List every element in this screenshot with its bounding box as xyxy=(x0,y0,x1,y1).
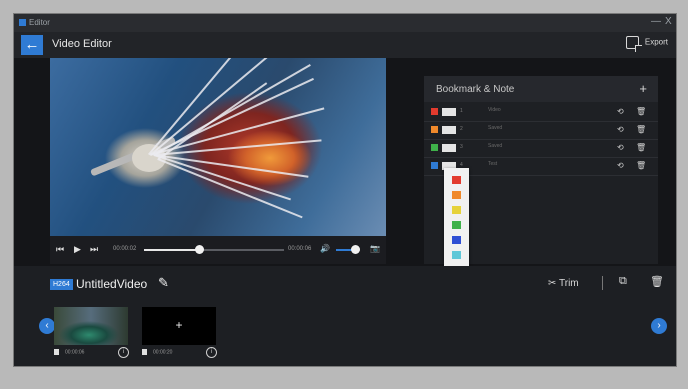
clip-caption: 00:00:06 xyxy=(54,349,84,355)
bookmark-number: 1 xyxy=(460,108,463,114)
color-picker-popup xyxy=(444,168,469,282)
bookmark-panel-header: Bookmark & Note + xyxy=(424,76,658,102)
bookmark-row[interactable]: 3 Saved ⟲ 🗑 xyxy=(424,140,658,158)
duplicate-icon[interactable]: ⧉ xyxy=(619,275,627,288)
color-option[interactable] xyxy=(452,206,461,214)
trim-icon: ✂ xyxy=(548,278,557,289)
video-player: ⏮ ▶ ⏭ 00:00:02 00:00:06 🔊 📷 xyxy=(50,58,386,264)
add-clip-slot[interactable]: + xyxy=(142,307,216,345)
volume-handle[interactable] xyxy=(351,245,361,254)
export-label: Export xyxy=(644,37,668,47)
color-dropdown[interactable] xyxy=(442,108,456,116)
seek-bar[interactable] xyxy=(144,245,284,254)
video-frame[interactable] xyxy=(50,58,386,236)
scroll-left-button[interactable]: ‹ xyxy=(39,318,55,334)
export-icon xyxy=(625,36,642,52)
color-dropdown[interactable] xyxy=(442,126,456,134)
color-option[interactable] xyxy=(452,191,461,199)
bookmark-number: 2 xyxy=(460,126,463,132)
play-icon[interactable]: ▶ xyxy=(74,244,81,255)
delete-bookmark-icon[interactable]: 🗑 xyxy=(636,161,646,170)
edit-bookmark-icon[interactable]: ⟲ xyxy=(617,125,624,134)
flag-icon[interactable] xyxy=(431,126,438,133)
timeline-clip[interactable] xyxy=(54,307,128,345)
color-option[interactable] xyxy=(452,251,461,259)
edit-bookmark-icon[interactable]: ⟲ xyxy=(617,107,624,116)
total-time: 00:00:06 xyxy=(288,246,312,252)
editor-window: Editor — X ← Video Editor Export ⏮ ▶ ⏭ 0… xyxy=(14,14,676,366)
codec-badge: H264 xyxy=(50,279,73,290)
next-icon[interactable]: ⏭ xyxy=(90,244,98,255)
volume-icon[interactable]: 🔊 xyxy=(320,244,330,253)
flag-icon[interactable] xyxy=(431,144,438,151)
bookmark-note[interactable]: Saved xyxy=(488,143,502,149)
delete-bookmark-icon[interactable]: 🗑 xyxy=(636,107,646,116)
clip-caption: 00:00:20 xyxy=(142,349,172,355)
trim-button[interactable]: ✂ Trim xyxy=(548,278,579,289)
suture-wire xyxy=(157,158,303,218)
clip-time: 00:00:06 xyxy=(65,349,85,356)
clip-time: 00:00:20 xyxy=(153,349,173,356)
current-time: 00:00:02 xyxy=(113,246,137,252)
bookmark-row[interactable]: 1 Video ⟲ 🗑 xyxy=(424,104,658,122)
edit-name-icon[interactable]: ✎ xyxy=(158,275,169,291)
scroll-right-button[interactable]: › xyxy=(651,318,667,334)
color-option[interactable] xyxy=(452,176,461,184)
minimize-button[interactable]: — xyxy=(651,16,661,27)
color-option[interactable] xyxy=(452,221,461,229)
main-area: ⏮ ▶ ⏭ 00:00:02 00:00:06 🔊 📷 Bookmark & N… xyxy=(14,58,676,282)
edit-bookmark-icon[interactable]: ⟲ xyxy=(617,143,624,152)
trim-label: Trim xyxy=(559,278,579,289)
volume-slider[interactable] xyxy=(336,245,361,254)
delete-bookmark-icon[interactable]: 🗑 xyxy=(636,125,646,134)
export-button[interactable]: Export xyxy=(625,36,668,52)
delete-icon[interactable]: 🗑 xyxy=(650,275,664,288)
color-option[interactable] xyxy=(452,236,461,244)
add-bookmark-button[interactable]: + xyxy=(639,81,647,96)
flag-icon[interactable] xyxy=(431,162,438,169)
timeline-area: H264 UntitledVideo ✎ ✂ Trim ⧉ 🗑 ‹ › 00:0… xyxy=(14,266,676,366)
suture-wire xyxy=(153,154,291,200)
clip-info-icon[interactable]: i xyxy=(206,347,217,358)
bookmark-panel-title: Bookmark & Note xyxy=(436,84,515,95)
close-button[interactable]: X xyxy=(665,16,672,27)
previous-icon[interactable]: ⏮ xyxy=(56,244,64,255)
delete-bookmark-icon[interactable]: 🗑 xyxy=(636,143,646,152)
window-title: Editor xyxy=(29,18,50,27)
toolbar-divider xyxy=(602,276,603,290)
back-button[interactable]: ← xyxy=(21,35,43,55)
clip-checkbox[interactable] xyxy=(142,349,147,355)
flag-icon[interactable] xyxy=(431,108,438,115)
player-controls: ⏮ ▶ ⏭ 00:00:02 00:00:06 🔊 📷 xyxy=(50,236,386,264)
seek-handle[interactable] xyxy=(194,245,204,254)
project-name: UntitledVideo xyxy=(76,277,148,291)
snapshot-icon[interactable]: 📷 xyxy=(370,244,380,253)
app-icon xyxy=(19,19,26,26)
seek-bar-progress xyxy=(144,249,199,251)
title-bar: Editor — X xyxy=(14,14,676,32)
edit-bookmark-icon[interactable]: ⟲ xyxy=(617,161,624,170)
page-title: Video Editor xyxy=(52,38,112,50)
bookmark-note[interactable]: Test xyxy=(488,161,497,167)
clip-checkbox[interactable] xyxy=(54,349,59,355)
bookmark-note[interactable]: Video xyxy=(488,107,501,113)
bookmark-panel: Bookmark & Note + 1 Video ⟲ 🗑 2 Saved ⟲ 🗑 3 Saved… xyxy=(424,76,658,282)
header-bar: ← Video Editor Export xyxy=(14,32,676,58)
bookmark-number: 3 xyxy=(460,144,463,150)
clip-info-icon[interactable]: i xyxy=(118,347,129,358)
color-dropdown[interactable] xyxy=(442,144,456,152)
bookmark-row[interactable]: 2 Saved ⟲ 🗑 xyxy=(424,122,658,140)
bookmark-note[interactable]: Saved xyxy=(488,125,502,131)
